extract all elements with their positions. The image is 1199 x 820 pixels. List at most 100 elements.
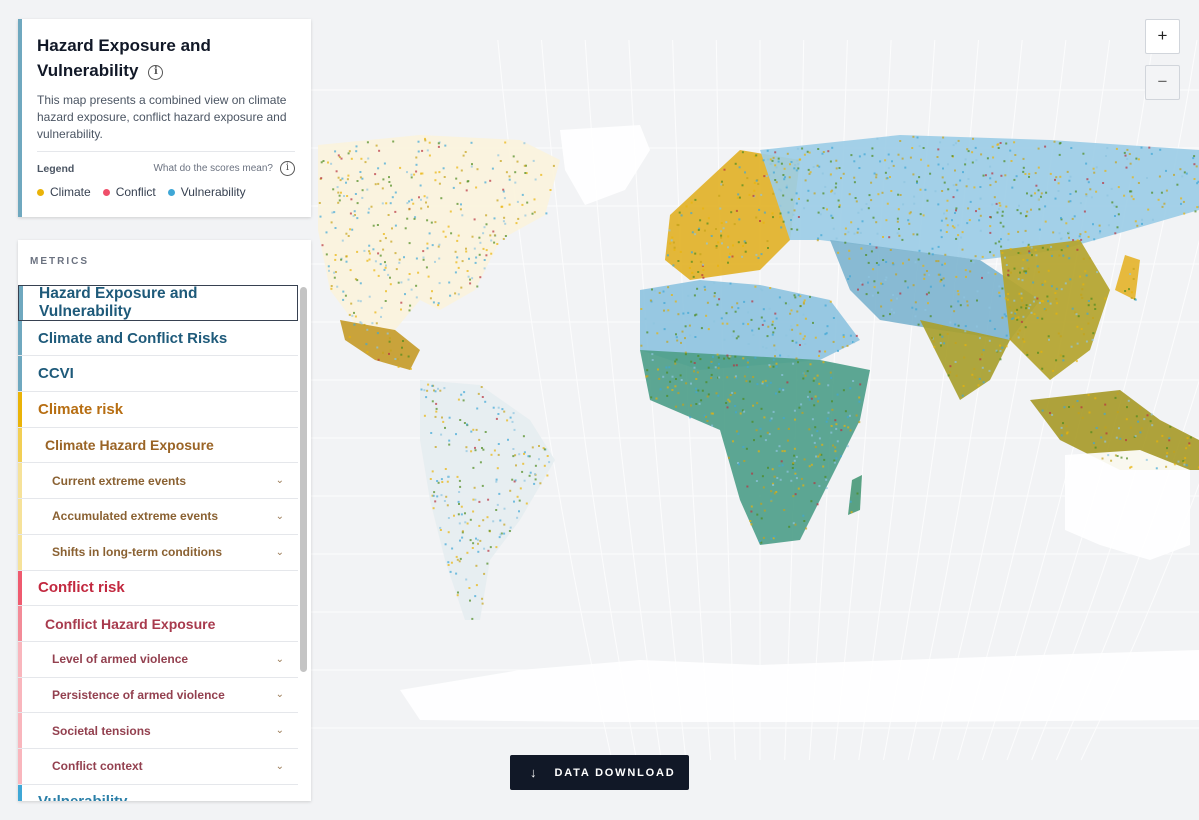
hazard-dot xyxy=(389,276,391,279)
scores-help-link[interactable]: What do the scores mean? i xyxy=(153,161,295,176)
chevron-down-icon[interactable]: ⌄ xyxy=(276,511,284,522)
metric-label[interactable]: Level of armed violence xyxy=(18,652,188,666)
metric-item-climate-and-conflict-risks[interactable]: Climate and Conflict Risks xyxy=(18,320,298,357)
metric-item-persistence-of-armed-violence[interactable]: Persistence of armed violence ⌄ xyxy=(18,677,298,714)
hazard-dot xyxy=(848,193,851,196)
hazard-dot xyxy=(1095,427,1098,429)
hazard-dot xyxy=(876,137,879,140)
hazard-dot xyxy=(1025,307,1027,310)
metric-item-conflict-context[interactable]: Conflict context ⌄ xyxy=(18,748,298,785)
metric-label[interactable]: Vulnerability xyxy=(18,793,127,801)
hazard-dot xyxy=(1056,302,1058,305)
metric-label[interactable]: Persistence of armed violence xyxy=(18,688,225,702)
hazard-dot xyxy=(448,443,451,446)
hazard-dot xyxy=(1085,195,1088,198)
zoom-out-button[interactable]: − xyxy=(1145,65,1180,100)
data-download-button[interactable]: ↓ DATA DOWNLOAD xyxy=(510,755,689,790)
hazard-dot xyxy=(998,295,1001,298)
metric-label[interactable]: Shifts in long-term conditions xyxy=(18,545,222,559)
hazard-dot xyxy=(782,194,785,197)
hazard-dot xyxy=(390,184,392,187)
metric-label[interactable]: Conflict risk xyxy=(18,579,125,596)
hazard-dot xyxy=(506,419,509,422)
metric-label[interactable]: Societal tensions xyxy=(18,724,151,738)
scrollbar-thumb[interactable] xyxy=(300,287,307,672)
metric-label[interactable]: Current extreme events xyxy=(18,474,186,488)
hazard-dot xyxy=(1129,162,1132,165)
hazard-dot xyxy=(886,202,889,205)
hazard-dot xyxy=(469,518,472,521)
metric-item-societal-tensions[interactable]: Societal tensions ⌄ xyxy=(18,713,298,749)
metric-item-climate-hazard-exposure[interactable]: Climate Hazard Exposure xyxy=(18,427,298,464)
chevron-down-icon[interactable]: ⌄ xyxy=(276,475,284,486)
hazard-dot xyxy=(843,424,846,427)
hazard-dot xyxy=(453,514,455,517)
metric-label[interactable]: Climate Hazard Exposure xyxy=(18,437,214,453)
hazard-dot xyxy=(790,479,793,482)
metric-label[interactable]: Climate risk xyxy=(18,401,123,418)
hazard-dot xyxy=(1103,412,1106,415)
metric-label[interactable]: Conflict context xyxy=(18,759,143,773)
hazard-dot xyxy=(355,145,358,148)
metric-label[interactable]: Hazard Exposure and Vulnerability xyxy=(19,285,283,321)
metric-label[interactable]: Conflict Hazard Exposure xyxy=(18,616,215,632)
scrollbar[interactable] xyxy=(299,285,307,795)
chevron-down-icon[interactable]: ⌄ xyxy=(276,725,284,736)
metric-item-vulnerability[interactable]: Vulnerability xyxy=(18,784,298,801)
metric-label[interactable]: CCVI xyxy=(18,365,74,382)
hazard-dot xyxy=(1022,315,1025,318)
hazard-dot xyxy=(907,258,910,261)
hazard-dot xyxy=(702,276,705,279)
metric-item-current-extreme-events[interactable]: Current extreme events ⌄ xyxy=(18,463,298,500)
hazard-dot xyxy=(1004,174,1007,177)
hazard-dot xyxy=(732,330,735,333)
metric-item-hazard-exposure-and-vulnerability[interactable]: Hazard Exposure and Vulnerability xyxy=(18,285,298,321)
hazard-dot xyxy=(796,147,799,150)
hazard-dot xyxy=(368,244,371,247)
hazard-dot xyxy=(797,167,800,170)
info-icon[interactable]: i xyxy=(280,161,295,176)
metric-label[interactable]: Accumulated extreme events xyxy=(18,509,218,523)
metric-item-climate-risk[interactable]: Climate risk xyxy=(18,392,298,428)
hazard-dot xyxy=(730,211,733,214)
hazard-dot xyxy=(841,346,844,349)
hazard-dot xyxy=(741,151,744,154)
hazard-dot xyxy=(1068,257,1071,260)
metric-label[interactable]: Climate and Conflict Risks xyxy=(18,330,227,347)
hazard-dot xyxy=(734,375,737,378)
chevron-down-icon[interactable]: ⌄ xyxy=(276,654,284,665)
hazard-dot xyxy=(961,231,964,234)
metric-item-shifts-in-long-term-conditions[interactable]: Shifts in long-term conditions ⌄ xyxy=(18,534,298,571)
hazard-dot xyxy=(459,485,462,488)
hazard-dot xyxy=(738,166,741,169)
hazard-dot xyxy=(842,335,845,338)
hazard-dot xyxy=(490,252,493,255)
hazard-dot xyxy=(445,495,448,498)
info-icon[interactable]: i xyxy=(148,65,164,80)
scores-help-text[interactable]: What do the scores mean? xyxy=(153,163,273,174)
metric-item-accumulated-extreme-events[interactable]: Accumulated extreme events ⌄ xyxy=(18,499,298,535)
hazard-dot xyxy=(534,464,537,467)
hazard-dot xyxy=(1037,147,1040,150)
hazard-dot xyxy=(898,234,901,237)
hazard-dot xyxy=(822,207,825,210)
metric-item-conflict-hazard-exposure[interactable]: Conflict Hazard Exposure xyxy=(18,606,298,642)
chevron-down-icon[interactable]: ⌄ xyxy=(276,761,284,772)
chevron-down-icon[interactable]: ⌄ xyxy=(276,689,284,700)
hazard-dot xyxy=(941,190,944,192)
hazard-dot xyxy=(954,212,956,214)
hazard-dot xyxy=(1193,163,1196,166)
zoom-in-button[interactable]: + xyxy=(1145,19,1180,54)
legend-item-vulnerability: Vulnerability xyxy=(167,185,246,199)
metric-item-level-of-armed-violence[interactable]: Level of armed violence ⌄ xyxy=(18,641,298,678)
metric-item-ccvi[interactable]: CCVI xyxy=(18,356,298,393)
hazard-dot xyxy=(865,293,868,296)
metric-item-conflict-risk[interactable]: Conflict risk xyxy=(18,570,298,607)
hazard-dot xyxy=(830,431,833,434)
hazard-dot xyxy=(484,181,487,184)
hazard-dot xyxy=(1020,297,1023,300)
chevron-down-icon[interactable]: ⌄ xyxy=(276,547,284,558)
hazard-dot xyxy=(1010,160,1013,162)
hazard-dot xyxy=(386,332,389,335)
hazard-dot xyxy=(457,293,460,296)
